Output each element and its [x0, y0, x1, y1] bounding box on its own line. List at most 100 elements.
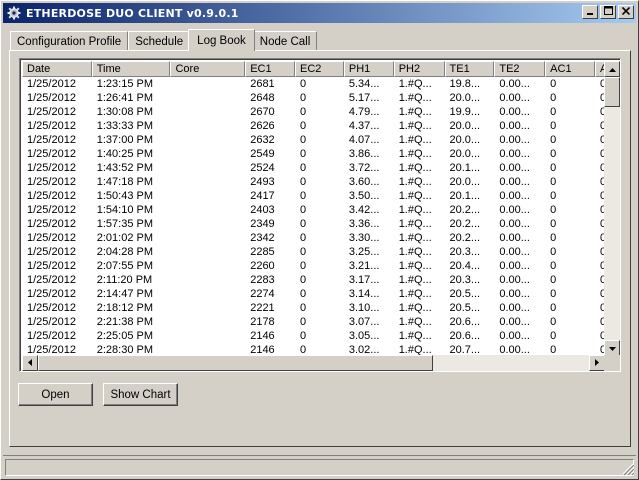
column-header[interactable]: AC1: [545, 61, 595, 77]
table-cell: 0.00...: [499, 260, 530, 272]
table-cell: [170, 119, 245, 133]
open-button[interactable]: Open: [18, 383, 93, 406]
close-button[interactable]: [618, 5, 634, 19]
table-cell: 1.#Q...: [398, 204, 432, 216]
log-grid[interactable]: DateTimeCoreEC1EC2PH1PH2TE1TE2AC1A 1/25/…: [19, 58, 621, 372]
table-cell: 4.07...: [348, 134, 380, 146]
tab-label: Log Book: [197, 34, 246, 47]
table-cell: 1:33:33 PM: [96, 120, 154, 132]
table-row[interactable]: 1/25/2012 2:18:12 PM 2221 0 3.10... 1.#Q... 20…: [22, 301, 605, 315]
column-header[interactable]: TE1: [444, 61, 495, 77]
table-cell: 20.5...: [449, 288, 481, 300]
column-header[interactable]: PH2: [393, 61, 445, 77]
column-header[interactable]: EC2: [295, 61, 344, 77]
table-row[interactable]: 1/25/2012 1:50:43 PM 2417 0 3.50... 1.#Q... 20…: [22, 189, 605, 203]
table-cell: 1.#Q...: [398, 120, 432, 132]
scroll-right-button[interactable]: [589, 355, 605, 371]
scroll-down-button[interactable]: [604, 340, 620, 356]
table-cell: 1.#Q...: [398, 246, 432, 258]
scroll-left-button[interactable]: [22, 355, 38, 371]
table-cell: 5.34...: [348, 78, 380, 90]
column-header[interactable]: Core: [170, 61, 246, 77]
title-bar[interactable]: ETHERDOSE DUO CLIENT v0.9.0.1: [3, 3, 636, 23]
table-cell: 1/25/2012: [27, 288, 76, 300]
table-cell: [170, 301, 245, 315]
table-cell: 0.00...: [499, 302, 530, 314]
horizontal-scroll-thumb[interactable]: [38, 355, 433, 371]
table-cell: [170, 175, 245, 189]
table-cell: 1/25/2012: [27, 274, 76, 286]
window-title: ETHERDOSE DUO CLIENT v0.9.0.1: [26, 6, 239, 20]
close-icon: [621, 6, 631, 18]
table-cell: 2417: [250, 190, 275, 202]
table-cell: [170, 161, 245, 175]
table-row[interactable]: 1/25/2012 1:57:35 PM 2349 0 3.36... 1.#Q... 20…: [22, 217, 605, 231]
tab-node-call[interactable]: Node Call: [252, 31, 318, 51]
table-cell: 0.00...: [499, 232, 530, 244]
table-row[interactable]: 1/25/2012 2:11:20 PM 2283 0 3.17... 1.#Q... 20…: [22, 273, 605, 287]
table-row[interactable]: 1/25/2012 1:47:18 PM 2493 0 3.60... 1.#Q... 20…: [22, 175, 605, 189]
arrow-left-icon: [28, 357, 32, 369]
table-cell: 1/25/2012: [27, 120, 76, 132]
maximize-button[interactable]: [600, 5, 616, 19]
table-cell: 0: [300, 218, 307, 230]
table-cell: 3.36...: [348, 218, 380, 230]
table-cell: 0: [300, 302, 307, 314]
table-cell: 0: [300, 162, 307, 174]
scroll-up-button[interactable]: [604, 61, 620, 77]
table-row[interactable]: 1/25/2012 1:23:15 PM 2681 0 5.34... 1.#Q... 19…: [22, 77, 605, 91]
column-header[interactable]: Time: [91, 61, 171, 77]
table-row[interactable]: 1/25/2012 2:07:55 PM 2260 0 3.21... 1.#Q... 20…: [22, 259, 605, 273]
table-cell: 1.#Q...: [398, 274, 432, 286]
table-row[interactable]: 1/25/2012 2:04:28 PM 2285 0 3.25... 1.#Q... 20…: [22, 245, 605, 259]
table-cell: [170, 147, 245, 161]
table-cell: 0: [300, 120, 307, 132]
table-cell: 0.00...: [499, 218, 530, 230]
column-header[interactable]: TE2: [494, 61, 546, 77]
table-cell: 1:26:41 PM: [96, 92, 154, 104]
vertical-scroll-thumb[interactable]: [604, 77, 620, 107]
table-row[interactable]: 1/25/2012 2:14:47 PM 2274 0 3.14... 1.#Q... 20…: [22, 287, 605, 301]
table-cell: [170, 91, 245, 105]
table-cell: 3.60...: [348, 176, 380, 188]
tab-schedule[interactable]: Schedule: [128, 31, 191, 51]
table-row[interactable]: 1/25/2012 1:37:00 PM 2632 0 4.07... 1.#Q... 20…: [22, 133, 605, 147]
table-cell: 2:07:55 PM: [96, 260, 154, 272]
table-cell: 2648: [250, 92, 275, 104]
tab-strip: Configuration Profile Schedule Log Book …: [10, 29, 318, 51]
table-row[interactable]: 1/25/2012 2:25:05 PM 2146 0 3.05... 1.#Q... 20…: [22, 329, 605, 343]
table-row[interactable]: 1/25/2012 1:54:10 PM 2403 0 3.42... 1.#Q... 20…: [22, 203, 605, 217]
gear-icon: [6, 5, 22, 21]
tab-label: Node Call: [259, 35, 311, 48]
table-row[interactable]: 1/25/2012 2:01:02 PM 2342 0 3.30... 1.#Q... 20…: [22, 231, 605, 245]
table-row[interactable]: 1/25/2012 1:30:08 PM 2670 0 4.79... 1.#Q... 19…: [22, 105, 605, 119]
column-header[interactable]: EC1: [245, 61, 296, 77]
column-header[interactable]: PH1: [343, 61, 394, 77]
minimize-button[interactable]: [582, 5, 598, 19]
table-row[interactable]: 1/25/2012 2:21:38 PM 2178 0 3.07... 1.#Q... 20…: [22, 315, 605, 329]
table-row[interactable]: 1/25/2012 1:33:33 PM 2626 0 4.37... 1.#Q... 20…: [22, 119, 605, 133]
log-book-panel: DateTimeCoreEC1EC2PH1PH2TE1TE2AC1A 1/25/…: [9, 50, 631, 447]
table-cell: 0: [550, 232, 557, 244]
table-cell: 20.6...: [449, 330, 481, 342]
horizontal-scrollbar[interactable]: [22, 355, 605, 371]
table-cell: 20.3...: [449, 246, 481, 258]
tab-log-book[interactable]: Log Book: [188, 29, 255, 51]
table-cell: [170, 133, 245, 147]
show-chart-button[interactable]: Show Chart: [103, 383, 178, 406]
table-row[interactable]: 1/25/2012 1:43:52 PM 2524 0 3.72... 1.#Q... 20…: [22, 161, 605, 175]
table-cell: 3.72...: [348, 162, 380, 174]
table-row[interactable]: 1/25/2012 1:26:41 PM 2648 0 5.17... 1.#Q... 20…: [22, 91, 605, 105]
table-row[interactable]: 1/25/2012 1:40:25 PM 2549 0 3.86... 1.#Q... 20…: [22, 147, 605, 161]
resize-grip-icon[interactable]: [622, 463, 635, 476]
arrow-down-icon: [608, 342, 616, 354]
table-cell: 0.00...: [499, 274, 530, 286]
column-header[interactable]: Date: [22, 61, 92, 77]
table-cell: 0: [550, 148, 557, 160]
table-cell: 1:37:00 PM: [96, 134, 154, 146]
tab-configuration-profile[interactable]: Configuration Profile: [10, 31, 129, 51]
table-cell: 0.00...: [499, 92, 530, 104]
table-cell: 0: [550, 190, 557, 202]
table-cell: [170, 105, 245, 119]
vertical-scrollbar[interactable]: [604, 61, 620, 356]
